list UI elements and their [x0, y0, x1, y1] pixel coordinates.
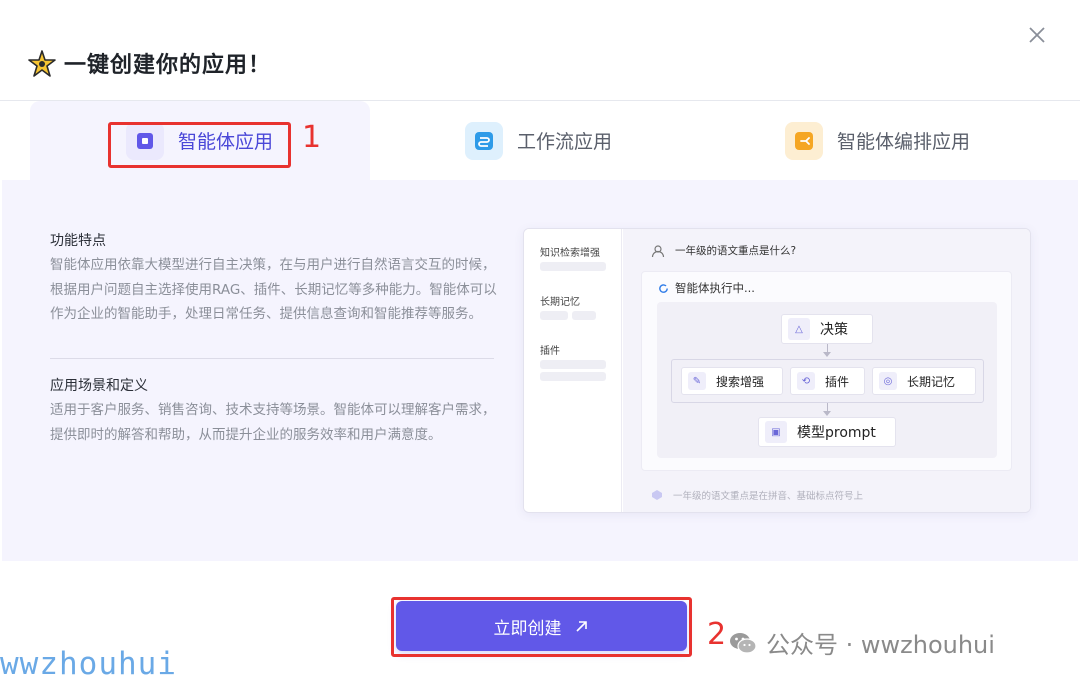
question-text: 一年级的语文重点是什么? [675, 245, 797, 257]
preview-main: 一年级的语文重点是什么? 智能体执行中... △ 决策 ✎ 搜索增强 ⟲ 插件 … [623, 229, 1030, 512]
features-title: 功能特点 [50, 233, 106, 249]
sparkle-icon [28, 50, 56, 77]
node-rag: ✎ 搜索增强 [681, 367, 783, 395]
preview-execution-card: 智能体执行中... △ 决策 ✎ 搜索增强 ⟲ 插件 ◎ 长期记忆 ▣ 模型pr… [641, 271, 1012, 471]
preview-sidebar-item: 知识检索增强 [540, 248, 600, 259]
placeholder-bar [572, 311, 596, 320]
scenarios-text: 适用于客户服务、销售咨询、技术支持等场景。智能体可以理解客户需求，提供即时的解答… [50, 402, 496, 443]
node-label: 插件 [825, 374, 850, 389]
answer-text: 一年级的语文重点是在拼音、基础标点符号上 [673, 491, 864, 502]
user-icon [651, 244, 665, 257]
watermark-right-text: 公众号 · wwzhouhui [766, 631, 995, 659]
orchestration-icon [785, 121, 823, 160]
placeholder-bar [540, 372, 606, 381]
node-memory: ◎ 长期记忆 [872, 367, 976, 395]
annotation-number-2: 2 [707, 617, 727, 652]
node-plugin: ⟲ 插件 [790, 367, 865, 395]
memory-icon: ◎ [879, 372, 897, 390]
preview-answer: 一年级的语文重点是在拼音、基础标点符号上 [641, 483, 1012, 507]
workflow-icon [465, 121, 503, 160]
placeholder-bar [540, 360, 606, 369]
close-icon[interactable] [1024, 22, 1050, 48]
annotation-number-1: 1 [302, 120, 322, 155]
status-text: 智能体执行中... [675, 281, 755, 295]
scenarios-title: 应用场景和定义 [50, 378, 148, 394]
tab-orchestration-app[interactable]: 智能体编排应用 [785, 101, 1075, 180]
create-app-dialog: 一键创建你的应用！ 智能体应用 工作流应用 智能体编排应用 功能特点 智能体应用… [0, 0, 1080, 687]
execution-status: 智能体执行中... [658, 280, 755, 296]
node-decision: △ 决策 [781, 314, 873, 344]
tab-label: 工作流应用 [517, 131, 613, 153]
node-label: 决策 [820, 322, 848, 338]
annotation-box-1 [108, 122, 291, 168]
dialog-header: 一键创建你的应用！ [0, 0, 1080, 101]
node-label: 长期记忆 [907, 374, 956, 389]
tab-workflow-app[interactable]: 工作流应用 [465, 101, 765, 180]
tab-label: 智能体编排应用 [837, 131, 971, 153]
node-model-prompt: ▣ 模型prompt [758, 417, 896, 447]
arrow-down-icon [823, 411, 831, 416]
bot-icon [652, 490, 662, 500]
tab-content-panel: 功能特点 智能体应用依靠大模型进行自主决策，在与用户进行自然语言交互的时候，根据… [2, 180, 1078, 561]
search-icon: ✎ [688, 372, 706, 390]
annotation-box-2 [391, 597, 692, 657]
plugin-icon: ⟲ [797, 372, 815, 390]
features-text: 智能体应用依靠大模型进行自主决策，在与用户进行自然语言交互的时候，根据用户问题自… [50, 257, 497, 322]
dialog-title: 一键创建你的应用！ [64, 53, 272, 78]
decision-icon: △ [788, 318, 810, 340]
loading-icon [659, 283, 668, 293]
flow-diagram: △ 决策 ✎ 搜索增强 ⟲ 插件 ◎ 长期记忆 ▣ 模型prompt [657, 302, 997, 458]
watermark-right: 公众号 · wwzhouhui [728, 625, 995, 660]
watermark-left: wwzhouhui [0, 646, 177, 682]
image-icon: ▣ [765, 421, 787, 443]
placeholder-bar [540, 311, 568, 320]
node-label: 模型prompt [797, 425, 876, 441]
agent-preview-illustration: 知识检索增强 长期记忆 插件 一年级的语文重点是什么? 智能体执行中... △ … [523, 228, 1031, 513]
node-label: 搜索增强 [716, 374, 765, 389]
preview-sidebar: 知识检索增强 长期记忆 插件 [524, 229, 622, 512]
preview-sidebar-item: 长期记忆 [540, 297, 580, 308]
divider [50, 358, 494, 359]
preview-question: 一年级的语文重点是什么? [651, 243, 796, 258]
preview-sidebar-item: 插件 [540, 346, 560, 357]
wechat-icon [730, 632, 757, 654]
arrow-down-icon [823, 352, 831, 357]
placeholder-bar [540, 262, 606, 271]
